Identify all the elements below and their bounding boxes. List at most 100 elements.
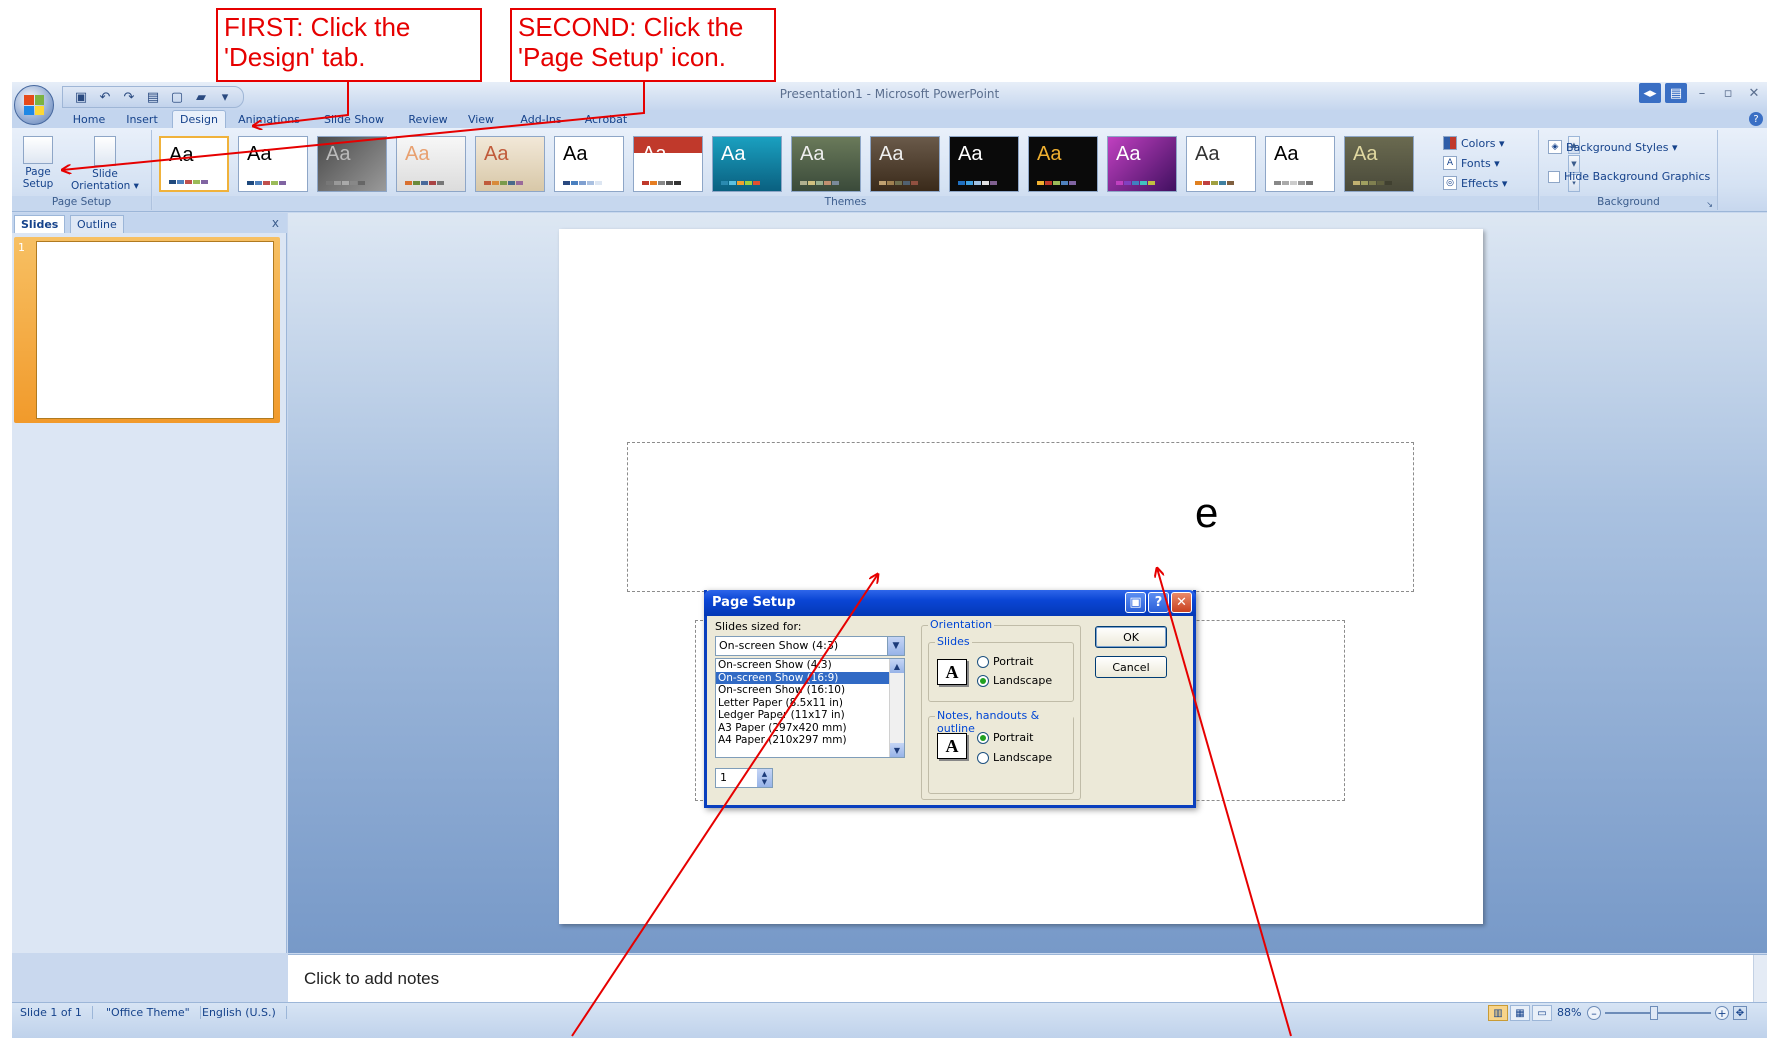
theme-color-swatches — [879, 181, 918, 185]
slide-thumbnail[interactable] — [36, 241, 274, 419]
toolbar-toggle-icon[interactable]: ▤ — [1665, 83, 1687, 103]
fonts-button[interactable]: A Fonts ▾ — [1443, 156, 1500, 170]
size-option[interactable]: On-screen Show (4:3) — [716, 659, 904, 672]
tab-slides[interactable]: Slides — [14, 215, 66, 233]
undo-icon[interactable]: ↶ — [95, 88, 115, 106]
tab-review[interactable]: Review — [402, 110, 454, 128]
theme-thumbnail[interactable]: Aa — [870, 136, 940, 192]
size-option[interactable]: A4 Paper (210x297 mm) — [716, 734, 904, 747]
notes-landscape-radio[interactable]: Landscape — [977, 751, 1052, 764]
tab-outline[interactable]: Outline — [70, 215, 124, 233]
background-group: ◈ Background Styles ▾ Hide Background Gr… — [1540, 130, 1718, 210]
slide-orientation-button[interactable]: Slide Orientation ▾ — [64, 136, 146, 192]
size-option[interactable]: A3 Paper (297x420 mm) — [716, 722, 904, 735]
theme-thumbnail[interactable]: Aa — [633, 136, 703, 192]
size-options-list[interactable]: On-screen Show (4:3) On-screen Show (16:9… — [715, 658, 905, 758]
slide-canvas[interactable]: e — [559, 229, 1483, 924]
theme-thumbnail[interactable]: Aa — [949, 136, 1019, 192]
theme-thumbnail[interactable]: Aa — [317, 136, 387, 192]
theme-thumbnail[interactable]: Aa — [554, 136, 624, 192]
theme-thumbnail[interactable]: Aa — [1344, 136, 1414, 192]
tab-home[interactable]: Home — [64, 110, 114, 128]
size-option[interactable]: On-screen Show (16:10) — [716, 684, 904, 697]
dialog-title-bar[interactable]: Page Setup ▣ ? ✕ — [704, 590, 1196, 616]
dialog-launcher-icon[interactable]: ↘ — [1706, 200, 1713, 209]
tab-add-ins[interactable]: Add-Ins — [512, 110, 570, 128]
theme-thumbnail[interactable]: Aa — [159, 136, 229, 192]
zoom-level[interactable]: 88% — [1557, 1006, 1581, 1019]
page-setup-button[interactable]: Page Setup — [18, 136, 58, 190]
effects-button[interactable]: ◎ Effects ▾ — [1443, 176, 1507, 190]
theme-thumbnail[interactable]: Aa — [1028, 136, 1098, 192]
cancel-button[interactable]: Cancel — [1095, 656, 1167, 678]
ok-button[interactable]: OK — [1095, 626, 1167, 648]
tab-acrobat[interactable]: Acrobat — [578, 110, 634, 128]
notes-portrait-radio[interactable]: Portrait — [977, 731, 1033, 744]
theme-thumbnail[interactable]: Aa — [1186, 136, 1256, 192]
theme-thumbnail[interactable]: Aa — [1107, 136, 1177, 192]
slide-show-view-icon[interactable]: ▭ — [1532, 1005, 1552, 1021]
spin-arrows-icon[interactable]: ▲ ▼ — [757, 769, 772, 787]
slides-sized-for-select[interactable]: On-screen Show (4:3) ▼ — [715, 636, 905, 656]
dialog-restore-icon[interactable]: ▣ — [1125, 592, 1146, 613]
background-styles-button[interactable]: ◈ Background Styles ▾ — [1548, 140, 1678, 154]
dropdown-arrow-icon[interactable]: ▼ — [887, 637, 904, 655]
effects-icon: ◎ — [1443, 176, 1457, 190]
notes-scrollbar[interactable] — [1753, 955, 1767, 1003]
zoom-thumb[interactable] — [1649, 1006, 1658, 1020]
acrobat-icon[interactable]: ◂▸ — [1639, 83, 1661, 103]
pane-close-icon[interactable]: x — [272, 216, 279, 230]
theme-thumbnail[interactable]: Aa — [475, 136, 545, 192]
theme-thumbnail[interactable]: Aa — [1265, 136, 1335, 192]
print-preview-icon[interactable]: ▤ — [143, 88, 163, 106]
new-file-icon[interactable]: ▢ — [167, 88, 187, 106]
status-bar: Slide 1 of 1 "Office Theme" English (U.S… — [12, 1002, 1767, 1038]
maximize-icon[interactable]: ▫ — [1715, 82, 1741, 104]
customize-qat-icon[interactable]: ▾ — [215, 88, 235, 106]
view-buttons: ▥ ▦ ▭ — [1488, 1005, 1552, 1021]
redo-icon[interactable]: ↷ — [119, 88, 139, 106]
save-icon[interactable]: ▣ — [71, 88, 91, 106]
close-icon[interactable]: ✕ — [1741, 82, 1767, 104]
theme-color-swatches — [563, 181, 602, 185]
open-folder-icon[interactable]: ▰ — [191, 88, 211, 106]
office-button[interactable] — [14, 85, 54, 125]
slides-portrait-radio[interactable]: Portrait — [977, 655, 1033, 668]
zoom-out-icon[interactable]: – — [1587, 1006, 1601, 1020]
colors-button[interactable]: Colors ▾ — [1443, 136, 1504, 150]
tab-view[interactable]: View — [460, 110, 502, 128]
tab-slide-show[interactable]: Slide Show — [316, 110, 392, 128]
help-icon[interactable]: ? — [1749, 112, 1763, 126]
title-placeholder[interactable] — [627, 442, 1414, 592]
slides-landscape-radio[interactable]: Landscape — [977, 674, 1052, 687]
theme-thumbnail[interactable]: Aa — [396, 136, 466, 192]
colors-label: Colors ▾ — [1461, 136, 1505, 150]
minimize-icon[interactable]: – — [1689, 82, 1715, 104]
size-option[interactable]: Ledger Paper (11x17 in) — [716, 709, 904, 722]
dialog-help-icon[interactable]: ? — [1148, 592, 1169, 613]
zoom-in-icon[interactable]: + — [1715, 1006, 1729, 1020]
scroll-down-icon[interactable]: ▼ — [890, 743, 904, 757]
size-list-scrollbar[interactable]: ▲ ▼ — [889, 659, 904, 757]
colors-icon — [1443, 136, 1457, 150]
dialog-close-icon[interactable]: ✕ — [1171, 592, 1192, 613]
tab-insert[interactable]: Insert — [120, 110, 164, 128]
slide-thumbnail-selected[interactable]: 1 — [14, 237, 280, 423]
status-language[interactable]: English (U.S.) — [202, 1006, 287, 1019]
size-option[interactable]: On-screen Show (16:9) — [716, 671, 904, 684]
normal-view-icon[interactable]: ▥ — [1488, 1005, 1508, 1021]
hide-background-graphics-checkbox[interactable]: Hide Background Graphics — [1548, 170, 1710, 183]
zoom-slider[interactable]: – + ✥ — [1587, 1005, 1747, 1021]
notes-pane[interactable]: Click to add notes — [288, 954, 1767, 1003]
theme-thumbnail[interactable]: Aa — [238, 136, 308, 192]
number-slides-from-input[interactable]: 1 ▲ ▼ — [715, 768, 773, 788]
zoom-track[interactable] — [1605, 1006, 1711, 1020]
scroll-up-icon[interactable]: ▲ — [890, 659, 904, 673]
fit-to-window-icon[interactable]: ✥ — [1733, 1006, 1747, 1020]
theme-thumbnail[interactable]: Aa — [712, 136, 782, 192]
tab-animations[interactable]: Animations — [230, 110, 308, 128]
theme-thumbnail[interactable]: Aa — [791, 136, 861, 192]
slide-sorter-view-icon[interactable]: ▦ — [1510, 1005, 1530, 1021]
tab-design[interactable]: Design — [172, 110, 226, 128]
size-option[interactable]: Letter Paper (8.5x11 in) — [716, 697, 904, 710]
